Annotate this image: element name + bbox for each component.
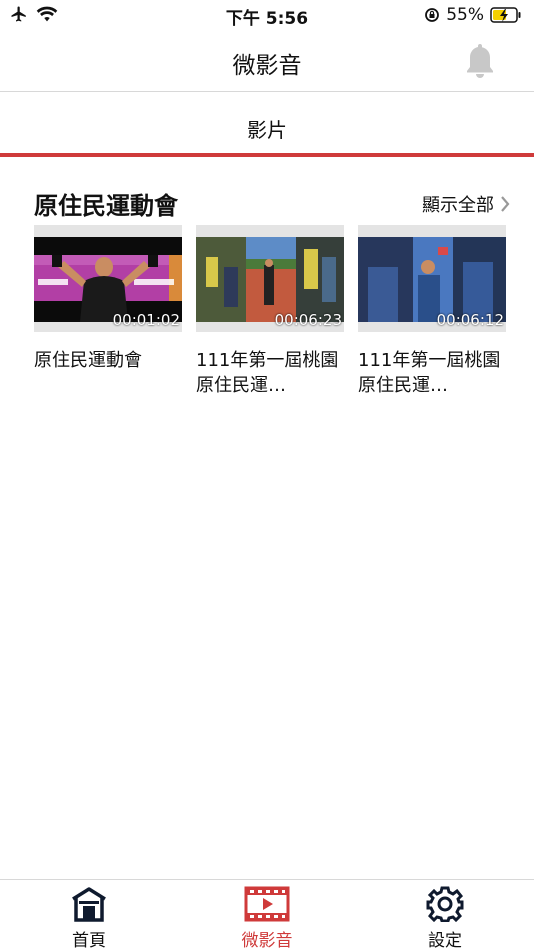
video-title[interactable]: 111年第一屆桃園原住民運… bbox=[358, 348, 506, 398]
video-thumbnail[interactable]: 00:06:23 bbox=[196, 225, 344, 332]
home-icon bbox=[72, 887, 106, 922]
tab-bar: 影片 bbox=[0, 92, 534, 157]
show-all-label: 顯示全部 bbox=[422, 195, 494, 216]
nav-label-home: 首頁 bbox=[72, 931, 106, 950]
nav-label-videos: 微影音 bbox=[241, 931, 293, 950]
thumbnail-image bbox=[196, 237, 344, 322]
video-duration: 00:06:12 bbox=[436, 311, 504, 329]
film-icon bbox=[244, 886, 290, 922]
thumbnail-image bbox=[34, 237, 182, 322]
chevron-right-icon bbox=[501, 196, 510, 212]
video-title[interactable]: 111年第一屆桃園原住民運… bbox=[196, 348, 344, 398]
status-bar: 下午 5:56 55% bbox=[0, 0, 534, 32]
orientation-lock-icon bbox=[425, 8, 440, 22]
tab-active-indicator bbox=[0, 153, 534, 157]
video-duration: 00:06:23 bbox=[274, 311, 342, 329]
nav-item-home[interactable]: 首頁 bbox=[39, 886, 139, 950]
video-title[interactable]: 原住民運動會 bbox=[34, 348, 182, 373]
bell-icon[interactable] bbox=[464, 41, 496, 81]
video-card[interactable]: 00:06:12 111年第一屆桃園原住民運… bbox=[358, 225, 506, 398]
video-thumbnail[interactable]: 00:06:12 bbox=[358, 225, 506, 332]
section-title: 原住民運動會 bbox=[34, 192, 178, 220]
tab-videos[interactable]: 影片 bbox=[0, 114, 534, 143]
status-right: 55% bbox=[424, 5, 522, 25]
nav-label-settings: 設定 bbox=[428, 931, 462, 950]
video-card[interactable]: 00:06:23 111年第一屆桃園原住民運… bbox=[196, 225, 344, 398]
nav-item-settings[interactable]: 設定 bbox=[395, 886, 495, 950]
video-card[interactable]: 00:01:02 原住民運動會 bbox=[34, 225, 182, 373]
page-title: 微影音 bbox=[232, 53, 302, 79]
battery-charging-icon bbox=[490, 7, 521, 23]
nav-header: 微影音 bbox=[0, 32, 534, 92]
thumbnail-image bbox=[358, 237, 506, 322]
video-thumbnail[interactable]: 00:01:02 bbox=[34, 225, 182, 332]
battery-percent: 55% bbox=[446, 5, 484, 25]
video-duration: 00:01:02 bbox=[112, 311, 180, 329]
show-all-link[interactable]: 顯示全部 bbox=[422, 191, 510, 217]
bottom-nav: 首頁 微影音 設定 bbox=[0, 879, 534, 950]
gear-icon bbox=[426, 886, 464, 922]
nav-item-videos[interactable]: 微影音 bbox=[217, 886, 317, 950]
